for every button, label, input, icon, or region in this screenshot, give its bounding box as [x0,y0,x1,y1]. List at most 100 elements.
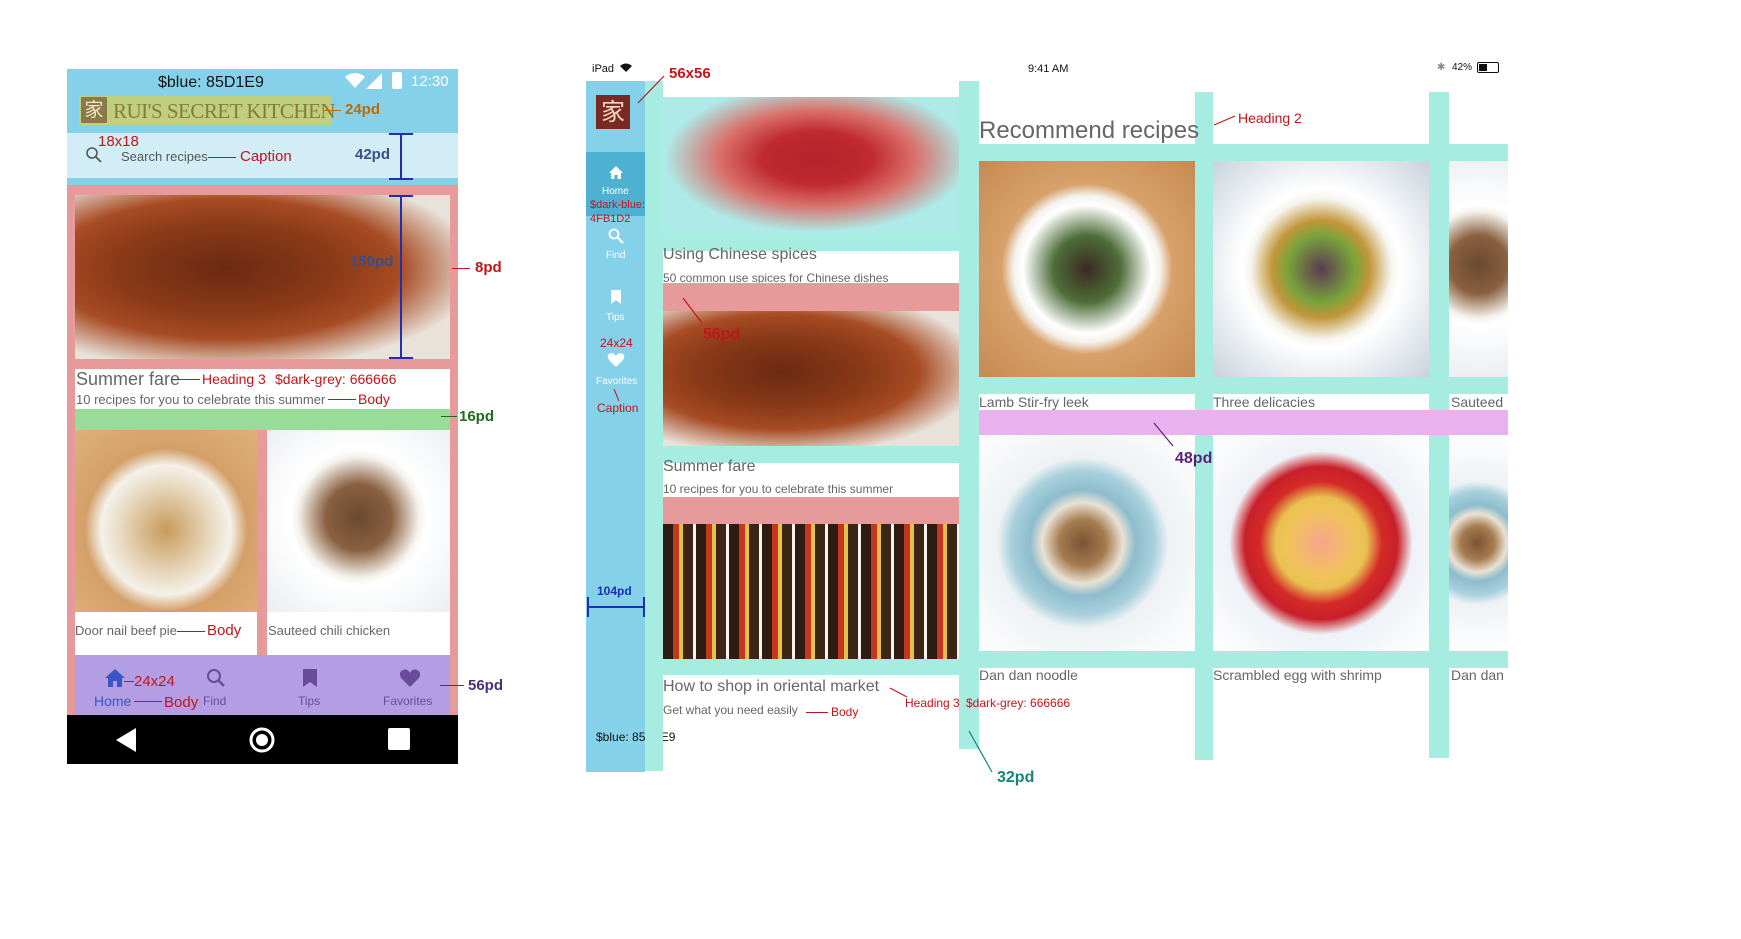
annotation-leader [682,297,704,325]
recipe-image-dandan[interactable] [979,435,1195,651]
annotation-leader [441,416,457,417]
rail-find[interactable]: Find [606,250,625,261]
app-title: RUI'S SECRET KITCHEN [113,99,336,123]
feed-gap [663,497,959,524]
battery-percent: 42% [1452,62,1473,73]
recipe-image-lamb[interactable] [979,161,1195,377]
signal-icon [366,73,382,89]
annotation-logo-size: 56x56 [669,65,711,82]
dimension-bracket [587,596,645,618]
annotation-body: Body [358,391,390,407]
annotation-row-gap: 48pd [1175,450,1213,467]
annotation-heading2: Heading 2 [1238,110,1302,126]
recipe-image-three[interactable] [1213,161,1429,377]
annotation-leader [172,379,200,380]
annotation-body: Body [831,705,859,719]
card-image-beef-pie[interactable] [75,430,257,612]
nav-home[interactable]: Home [94,693,131,709]
row-guide [979,651,1508,668]
card-title: Sauteed chili chicken [268,623,391,638]
feed-image-market[interactable] [663,524,959,659]
annotation-leader [636,75,666,105]
annotation-title-pad: 24pd [345,101,381,118]
tablet-time: 9:41 AM [1028,63,1069,75]
card-image-chili-chicken[interactable] [267,430,450,612]
annotation-icon-size: 24x24 [600,336,633,350]
nav-find[interactable]: Find [203,694,226,708]
recipe-title: Lamb Stir-fry leek [979,394,1089,410]
annotation-caption: Caption [597,401,639,415]
nav-home-icon [104,668,126,688]
nav-favorites-icon [399,668,421,688]
annotation-body: Body [207,622,242,639]
recipe-title: Scrambled egg with shrimp [1213,667,1382,683]
annotation-leader [613,388,621,402]
feed-title: How to shop in oriental market [663,678,880,695]
battery-icon [392,72,402,89]
annotation-gap: 16pd [459,408,495,425]
annotation-nav-icon-size: 24x24 [134,673,175,690]
annotation-dark-grey: $dark-grey: 666666 [275,371,397,387]
bluetooth-icon: ✱ [1437,62,1446,73]
rail-find-icon [608,228,624,244]
annotation-leader [968,730,994,774]
annotation-leader [124,681,134,682]
rail-home-icon [608,165,624,180]
annotation-icon-size: 18x18 [98,133,139,150]
feed-title: Using Chinese spices [663,246,817,263]
recents-square-icon[interactable] [388,728,410,750]
feed-guide [663,659,959,675]
wifi-icon [620,63,632,73]
annotation-search-height: 42pd [355,146,391,163]
featured-title: Summer fare [76,369,181,389]
nav-tips[interactable]: Tips [298,694,320,708]
rail-home[interactable]: Home [602,186,629,197]
app-logo: 家 [81,97,107,123]
feed-subtitle: Get what you need easily [663,703,798,717]
recipe-image-dandan-partial[interactable] [1449,435,1508,651]
dimension-bracket [388,195,414,360]
annotation-caption: Caption [240,148,292,165]
feed-gap [663,283,959,311]
back-icon[interactable] [114,727,138,753]
nav-tips-icon [302,668,318,688]
annotation-dark-grey: $dark-grey: 666666 [966,696,1071,710]
nav-favorites[interactable]: Favorites [383,694,432,708]
recipe-title: Dan dan noodle [979,667,1078,683]
annotation-leader [323,110,341,111]
dimension-bracket [388,133,414,181]
annotation-leader [1213,115,1237,127]
gutter-guide [645,81,663,771]
annotation-heading3: Heading 3 [905,696,960,710]
annotation-feed-gap: 56pd [703,326,741,343]
rail-tips[interactable]: Tips [606,312,625,323]
recipe-image-sauteed[interactable] [1449,161,1508,377]
recipe-image-egg-shrimp[interactable] [1213,435,1429,651]
annotation-nav-height: 56pd [468,677,504,694]
feed-title: Summer fare [663,458,756,475]
feed-image-spices[interactable] [663,97,959,233]
annotation-gutter: 32pd [997,769,1035,786]
annotation-leader [328,399,356,400]
home-circle-icon[interactable] [249,727,275,753]
annotation-side-pad: 8pd [475,259,502,276]
battery-icon [1477,62,1499,73]
nav-find-icon [206,668,226,688]
wifi-icon [345,73,365,89]
battery-level [1479,64,1487,71]
search-input[interactable]: Search recipes [121,149,208,164]
feed-subtitle: 10 recipes for you to celebrate this sum… [663,482,894,496]
rail-favorites[interactable]: Favorites [596,376,637,387]
rail-tips-icon [610,289,622,305]
phone-status-time: 12:30 [411,73,449,90]
annotation-leader [806,712,828,713]
annotation-leader [177,631,205,632]
annotation-rail-blue: $blue: 85D1E9 [596,730,676,744]
annotation-leader [452,268,470,269]
annotation-leader [134,701,162,702]
row-gap-guide [979,410,1508,435]
annotation-image-height: 150pd [350,253,394,270]
annotation-leader [440,685,464,686]
gutter-guide [959,81,979,749]
annotation-leader [1153,422,1175,448]
